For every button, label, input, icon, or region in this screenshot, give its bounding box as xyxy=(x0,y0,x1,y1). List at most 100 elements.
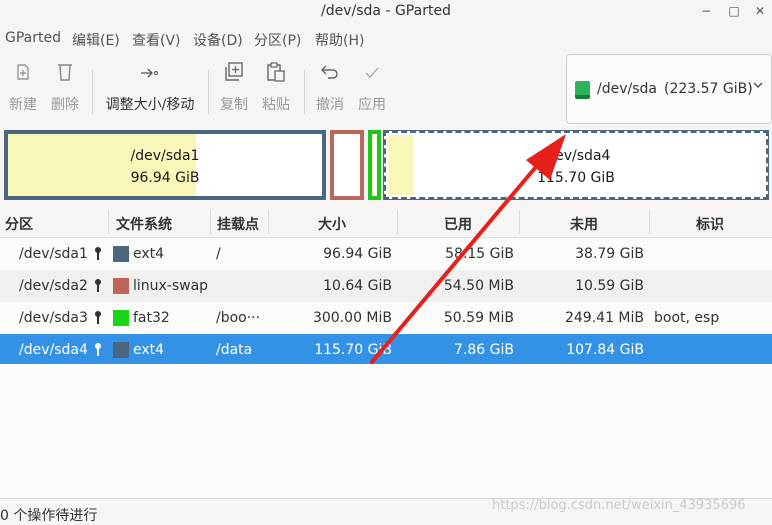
new-label: 新建 xyxy=(9,97,37,113)
menu-help[interactable]: 帮助(H) xyxy=(315,30,364,50)
undo-icon xyxy=(314,62,346,88)
cell-filesystem: linux-swap xyxy=(133,278,209,294)
key-icon xyxy=(94,279,102,293)
copy-button[interactable]: 复制 xyxy=(218,62,250,118)
cell-used: 7.86 GiB xyxy=(454,342,514,358)
device-size: (223.57 GiB) xyxy=(664,81,753,97)
table-row[interactable]: /dev/sda1 ext4 / 96.94 GiB 58.15 GiB 38.… xyxy=(0,238,772,270)
chevron-down-icon xyxy=(752,79,764,94)
menu-gparted[interactable]: GParted xyxy=(5,30,61,46)
fs-color-swatch xyxy=(113,278,129,294)
menu-edit[interactable]: 编辑(E) xyxy=(72,30,120,50)
undo-label: 撤消 xyxy=(316,97,344,113)
partition-table-header: 分区 文件系统 挂载点 大小 已用 未用 标识 xyxy=(0,206,772,238)
delete-button[interactable]: 删除 xyxy=(50,62,80,118)
resize-move-button[interactable]: 调整大小/移动 xyxy=(104,62,196,118)
cell-partition: /dev/sda1 xyxy=(19,246,88,262)
trash-icon xyxy=(50,62,80,88)
checkmark-icon xyxy=(356,62,388,88)
paste-button[interactable]: 粘贴 xyxy=(260,62,292,118)
toolbar-separator xyxy=(92,70,93,114)
cell-unused: 38.79 GiB xyxy=(575,246,644,262)
fs-color-swatch xyxy=(113,342,129,358)
copy-icon xyxy=(218,62,250,88)
paste-icon xyxy=(260,62,292,88)
window-title: /dev/sda - GParted xyxy=(321,3,451,19)
cell-partition: /dev/sda3 xyxy=(19,310,88,326)
close-button[interactable]: ✕ xyxy=(750,2,770,20)
apply-label: 应用 xyxy=(358,97,386,113)
copy-label: 复制 xyxy=(220,97,248,113)
diskmap-partition-sda4[interactable]: /dev/sda4 115.70 GiB xyxy=(383,130,769,200)
cell-unused: 249.41 MiB xyxy=(564,310,644,326)
watermark-text: https://blog.csdn.net/weixin_43935696 xyxy=(492,498,746,513)
undo-button[interactable]: 撤消 xyxy=(314,62,346,118)
key-icon xyxy=(94,311,102,325)
device-name: /dev/sda xyxy=(597,81,657,97)
apply-button[interactable]: 应用 xyxy=(356,62,388,118)
menu-partition[interactable]: 分区(P) xyxy=(254,30,301,50)
table-row[interactable]: /dev/sda2 linux-swap 10.64 GiB 54.50 MiB… xyxy=(0,270,772,302)
column-used[interactable]: 已用 xyxy=(444,214,472,234)
fs-color-swatch xyxy=(113,310,129,326)
resize-arrow-icon xyxy=(104,62,196,88)
diskmap-sda1-name: /dev/sda1 xyxy=(130,148,200,164)
cell-flags: boot, esp xyxy=(654,310,720,326)
cell-used: 50.59 MiB xyxy=(443,310,514,326)
diskmap-sda4-size: 115.70 GiB xyxy=(537,170,615,186)
column-separator xyxy=(108,210,109,234)
resize-move-label: 调整大小/移动 xyxy=(105,97,195,113)
diskmap-partition-sda3[interactable] xyxy=(368,130,381,200)
cell-mountpoint: /data xyxy=(216,342,253,358)
cell-filesystem: ext4 xyxy=(133,246,165,262)
toolbar-separator xyxy=(304,70,305,114)
maximize-button[interactable]: □ xyxy=(724,2,744,20)
key-icon xyxy=(94,343,102,357)
table-row[interactable]: /dev/sda3 fat32 /boo··· 300.00 MiB 50.59… xyxy=(0,302,772,334)
cell-partition: /dev/sda2 xyxy=(19,278,88,294)
cell-size: 300.00 MiB xyxy=(312,310,392,326)
cell-mountpoint: / xyxy=(216,246,221,262)
cell-mountpoint: /boo··· xyxy=(216,310,261,326)
column-separator xyxy=(397,210,398,234)
menu-view[interactable]: 查看(V) xyxy=(132,30,181,50)
title-bar: /dev/sda - GParted − □ ✕ xyxy=(0,0,772,24)
column-flags[interactable]: 标识 xyxy=(696,214,724,234)
menu-device[interactable]: 设备(D) xyxy=(193,30,243,50)
table-row-selected[interactable]: /dev/sda4 ext4 /data 115.70 GiB 7.86 GiB… xyxy=(0,334,772,364)
cell-size: 10.64 GiB xyxy=(323,278,392,294)
new-icon xyxy=(8,62,38,88)
delete-label: 删除 xyxy=(51,97,79,113)
used-space-bar xyxy=(8,134,196,196)
column-separator xyxy=(519,210,520,234)
column-partition[interactable]: 分区 xyxy=(5,214,33,234)
minimize-button[interactable]: − xyxy=(696,2,716,20)
partition-table-empty-area xyxy=(0,364,772,498)
column-separator xyxy=(268,210,269,234)
column-size[interactable]: 大小 xyxy=(318,214,346,234)
cell-size: 115.70 GiB xyxy=(314,342,392,358)
paste-label: 粘贴 xyxy=(262,97,290,113)
new-button[interactable]: 新建 xyxy=(8,62,38,118)
column-filesystem[interactable]: 文件系统 xyxy=(116,214,172,234)
cell-filesystem: ext4 xyxy=(133,342,165,358)
toolbar-separator xyxy=(208,70,209,114)
pending-operations-status: 0 个操作待进行 xyxy=(0,508,98,524)
column-unused[interactable]: 未用 xyxy=(570,214,598,234)
used-space-bar xyxy=(372,134,374,196)
diskmap-sda1-size: 96.94 GiB xyxy=(130,170,200,186)
cell-partition: /dev/sda4 xyxy=(19,342,88,358)
disk-map: /dev/sda1 96.94 GiB /dev/sda4 115.70 GiB xyxy=(0,124,772,208)
diskmap-sda4-name: /dev/sda4 xyxy=(541,148,611,164)
cell-unused: 10.59 GiB xyxy=(575,278,644,294)
cell-filesystem: fat32 xyxy=(133,310,170,326)
cell-size: 96.94 GiB xyxy=(323,246,392,262)
cell-used: 58.15 GiB xyxy=(445,246,514,262)
column-mountpoint[interactable]: 挂载点 xyxy=(217,214,259,234)
diskmap-partition-sda2[interactable] xyxy=(330,130,364,200)
key-icon xyxy=(94,247,102,261)
diskmap-partition-sda1[interactable]: /dev/sda1 96.94 GiB xyxy=(4,130,326,200)
used-space-bar xyxy=(388,135,414,195)
menu-bar: GParted 编辑(E) 查看(V) 设备(D) 分区(P) 帮助(H) xyxy=(0,26,772,52)
device-selector[interactable]: /dev/sda (223.57 GiB) xyxy=(566,54,772,124)
